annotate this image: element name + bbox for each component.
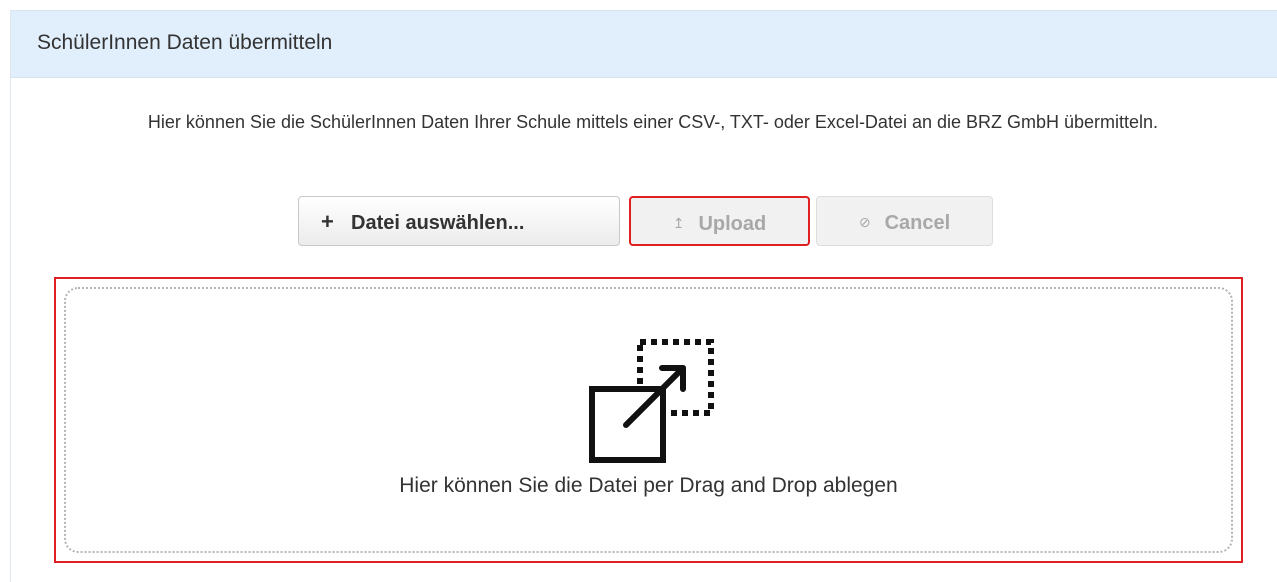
upload-icon: ↥ <box>672 215 685 231</box>
upload-label: Upload <box>698 213 767 235</box>
cancel-button[interactable]: ⊘ Cancel <box>816 196 993 246</box>
cancel-icon: ⊘ <box>858 214 871 230</box>
dropzone-text: Hier können Sie die Datei per Drag and D… <box>399 474 898 497</box>
cancel-label: Cancel <box>884 212 951 234</box>
choose-file-button[interactable]: + Datei auswählen... <box>298 196 620 246</box>
choose-file-label: Datei auswählen... <box>351 212 525 234</box>
upload-toolbar: + Datei auswählen... ↥ Upload ⊘ Cancel <box>0 196 1277 248</box>
dropzone-highlight: Hier können Sie die Datei per Drag and D… <box>54 277 1243 563</box>
upload-button[interactable]: ↥ Upload <box>629 196 810 246</box>
panel-header: SchülerInnen Daten übermitteln <box>11 10 1277 78</box>
drag-drop-icon <box>589 339 714 463</box>
intro-text: Hier können Sie die SchülerInnen Daten I… <box>147 112 1159 132</box>
file-dropzone[interactable]: Hier können Sie die Datei per Drag and D… <box>64 287 1233 553</box>
plus-icon: + <box>321 209 334 234</box>
panel-title: SchülerInnen Daten übermitteln <box>37 31 333 54</box>
